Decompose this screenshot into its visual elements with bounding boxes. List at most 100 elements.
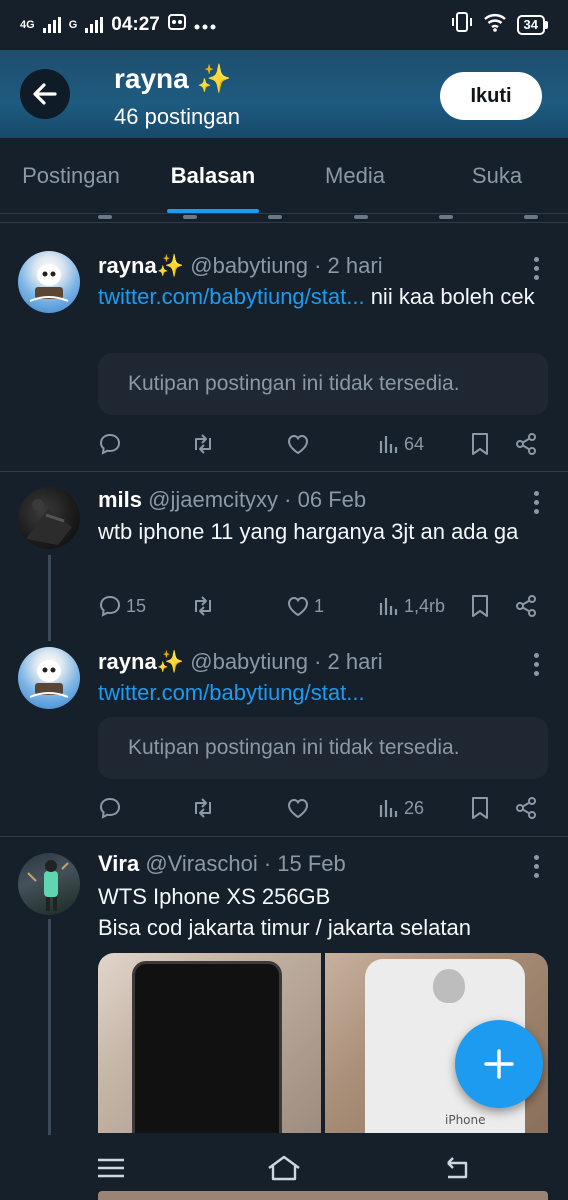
author-name[interactable]: mils	[98, 487, 142, 512]
tab-postingan[interactable]: Postingan	[0, 138, 142, 213]
share-button[interactable]	[514, 793, 538, 823]
battery-icon: 34	[516, 15, 548, 35]
bookmark-button[interactable]	[470, 429, 490, 459]
author-meta: @babytiung · 2 hari	[190, 253, 383, 278]
avatar[interactable]	[18, 647, 80, 709]
avatar[interactable]	[18, 487, 80, 549]
unavailable-quote[interactable]: Kutipan postingan ini tidak tersedia.	[98, 353, 548, 415]
back-nav-button[interactable]	[442, 1153, 472, 1183]
plus-icon	[484, 1049, 514, 1079]
post-actions: 15 1 1,4rb	[98, 591, 544, 621]
reply-icon	[99, 433, 121, 455]
views-count: 1,4rb	[404, 595, 446, 616]
vibrate-icon	[451, 11, 473, 39]
avatar[interactable]	[18, 853, 80, 915]
views-button[interactable]: 26	[378, 793, 424, 823]
notification-icon	[167, 14, 186, 36]
reply-icon	[99, 797, 121, 819]
views-icon	[379, 436, 398, 453]
retweet-icon	[195, 596, 211, 616]
reply-icon	[99, 595, 121, 617]
like-button[interactable]: 1	[286, 591, 324, 621]
reply-button[interactable]: 15	[98, 591, 146, 621]
post-text-line: Bisa cod jakarta timur / jakarta selatan	[98, 915, 471, 940]
more-options-icon[interactable]	[534, 257, 540, 284]
tab-suka[interactable]: Suka	[426, 138, 568, 213]
post-count: 46 postingan	[114, 104, 240, 129]
compose-button[interactable]	[455, 1020, 543, 1108]
post-header: Vira @Viraschoi · 15 Feb	[98, 851, 346, 877]
bookmark-icon	[472, 595, 488, 617]
back-button[interactable]	[20, 69, 70, 119]
sparkle-icon: ✨	[156, 253, 185, 278]
divider	[0, 471, 568, 472]
unavailable-quote[interactable]: Kutipan postingan ini tidak tersedia.	[98, 717, 548, 779]
network-g-label: G	[68, 19, 78, 31]
battery-level: 34	[516, 15, 545, 35]
bookmark-button[interactable]	[470, 591, 490, 621]
back-nav-icon	[447, 1157, 468, 1179]
heart-icon	[287, 596, 309, 617]
more-options-icon[interactable]	[534, 855, 540, 882]
post-actions: 26	[98, 793, 544, 823]
previous-post-actions	[98, 215, 538, 221]
post-header: rayna✨ @babytiung · 2 hari	[98, 649, 383, 675]
post-header: rayna✨ @babytiung · 2 hari	[98, 253, 383, 279]
replies-feed[interactable]: rayna✨ @babytiung · 2 hari twitter.com/b…	[0, 215, 568, 1135]
divider	[0, 222, 568, 223]
tab-balasan[interactable]: Balasan	[142, 138, 284, 213]
recent-apps-button[interactable]	[96, 1153, 126, 1183]
tweet-link[interactable]: twitter.com/babytiung/stat...	[98, 680, 365, 705]
sparkle-icon: ✨	[156, 649, 185, 674]
like-button[interactable]	[286, 429, 310, 459]
tweet-link[interactable]: twitter.com/babytiung/stat...	[98, 284, 365, 309]
views-button[interactable]: 1,4rb	[378, 591, 445, 621]
retweet-button[interactable]	[190, 429, 216, 459]
thread-line	[48, 919, 51, 1135]
status-bar: 4G G 04:27 34	[0, 0, 568, 50]
follow-button[interactable]: Ikuti	[440, 72, 542, 120]
profile-name: rayna ✨	[114, 62, 231, 95]
author-name[interactable]: Vira	[98, 851, 139, 876]
post-text: twitter.com/babytiung/stat... nii kaa bo…	[98, 281, 538, 312]
more-options-icon[interactable]	[534, 491, 540, 518]
retweet-button[interactable]	[190, 793, 216, 823]
views-count: 26	[404, 797, 425, 818]
bookmark-button[interactable]	[470, 793, 490, 823]
bookmark-icon	[472, 433, 488, 455]
views-button[interactable]: 64	[378, 429, 424, 459]
apple-logo-icon	[433, 969, 465, 1003]
post-text: twitter.com/babytiung/stat...	[98, 677, 538, 708]
bookmark-icon	[472, 797, 488, 819]
retweet-icon	[195, 434, 211, 454]
arrow-left-icon	[33, 83, 57, 105]
reply-count: 15	[126, 595, 147, 616]
post-text-body: nii kaa boleh cek	[364, 284, 535, 309]
retweet-icon	[195, 798, 211, 818]
share-icon	[516, 433, 536, 455]
reply-button[interactable]	[98, 429, 122, 459]
share-button[interactable]	[514, 429, 538, 459]
menu-icon	[98, 1158, 124, 1178]
home-button[interactable]	[266, 1153, 302, 1183]
signal-icon	[42, 17, 61, 33]
more-options-icon[interactable]	[534, 653, 540, 680]
clock: 04:27	[111, 14, 160, 35]
network-4g-label: 4G	[20, 19, 35, 31]
author-name[interactable]: rayna	[98, 253, 157, 278]
thread-line	[48, 555, 51, 641]
home-icon	[268, 1155, 300, 1181]
reply-button[interactable]	[98, 793, 122, 823]
post-text: WTS Iphone XS 256GB Bisa cod jakarta tim…	[98, 881, 548, 943]
wifi-icon	[483, 12, 507, 38]
views-count: 64	[404, 433, 425, 454]
share-button[interactable]	[514, 591, 538, 621]
retweet-button[interactable]	[190, 591, 216, 621]
avatar[interactable]	[18, 251, 80, 313]
share-icon	[516, 595, 536, 617]
profile-tabs: Postingan Balasan Media Suka	[0, 138, 568, 214]
author-name[interactable]: rayna	[98, 649, 157, 674]
media-photo-1[interactable]	[98, 953, 321, 1133]
tab-media[interactable]: Media	[284, 138, 426, 213]
like-button[interactable]	[286, 793, 310, 823]
